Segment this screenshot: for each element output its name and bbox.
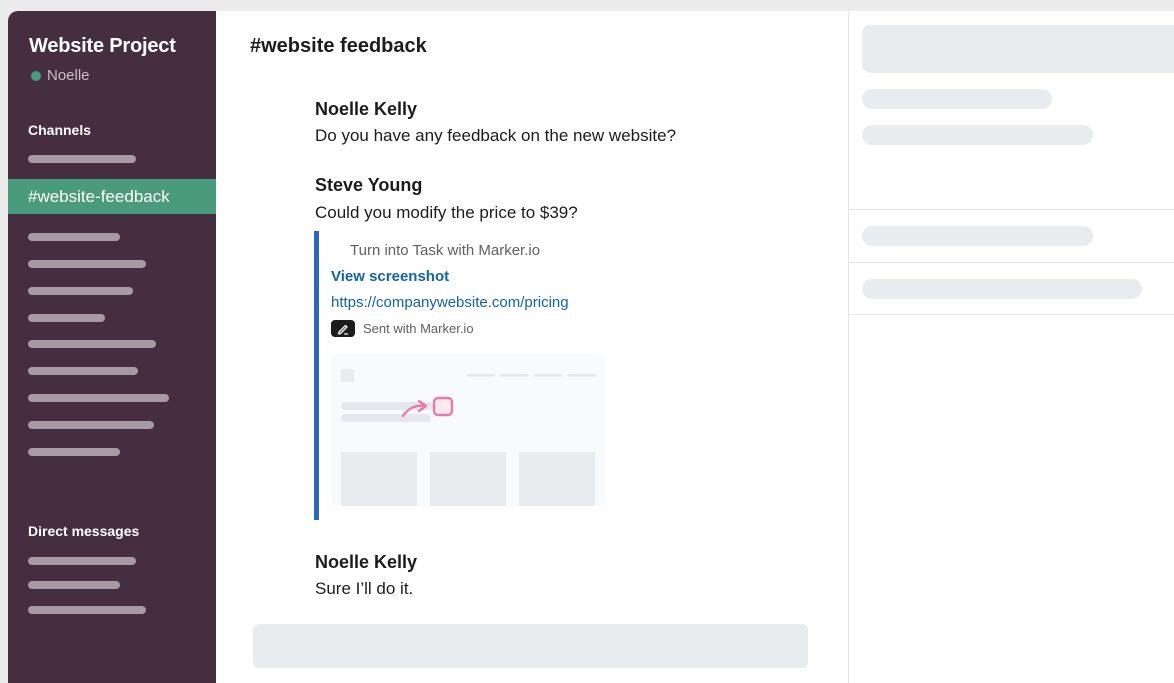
panel-divider — [849, 262, 1174, 263]
message-author[interactable]: Steve Young — [315, 175, 422, 196]
sidebar: Website Project Noelle Channels #website… — [8, 11, 216, 683]
channel-title[interactable]: #website feedback — [250, 35, 427, 58]
current-user[interactable]: Noelle — [31, 67, 90, 84]
panel-placeholder — [862, 125, 1093, 145]
channel-placeholder[interactable] — [28, 260, 146, 268]
sent-with-text: Sent with Marker.io — [363, 321, 474, 336]
marker-attachment: Turn into Task with Marker.io View scree… — [314, 231, 614, 520]
view-screenshot-link[interactable]: View screenshot — [331, 268, 449, 285]
channel-placeholder[interactable] — [28, 448, 120, 456]
message-text: Could you modify the price to $39? — [315, 203, 578, 222]
panel-placeholder — [862, 226, 1093, 246]
channel-placeholder[interactable] — [28, 314, 105, 322]
online-status-icon — [31, 70, 41, 81]
attachment-header: Turn into Task with Marker.io — [350, 242, 541, 259]
channel-placeholder[interactable] — [28, 367, 138, 375]
dm-placeholder[interactable] — [28, 581, 120, 589]
chat-pane: #website feedback Noelle Kelly Do you ha… — [216, 11, 848, 683]
channel-placeholder[interactable] — [28, 155, 136, 163]
message-text: Sure I’ll do it. — [315, 579, 414, 598]
message-text: Do you have any feedback on the new webs… — [315, 126, 677, 145]
channel-placeholder[interactable] — [28, 233, 120, 241]
panel-divider — [849, 209, 1174, 210]
details-panel — [848, 11, 1174, 683]
panel-divider — [849, 314, 1174, 315]
panel-placeholder — [862, 279, 1142, 299]
channel-placeholder[interactable] — [28, 287, 133, 295]
workspace-title[interactable]: Website Project — [29, 35, 176, 58]
sent-with-footer: Sent with Marker.io — [331, 320, 474, 337]
direct-messages-heading[interactable]: Direct messages — [28, 523, 139, 539]
app-window: Website Project Noelle Channels #website… — [8, 11, 1174, 683]
channels-heading[interactable]: Channels — [28, 122, 91, 138]
sidebar-item-website-feedback[interactable]: #website-feedback — [8, 179, 216, 214]
message-author[interactable]: Noelle Kelly — [315, 552, 417, 573]
panel-placeholder — [862, 89, 1052, 109]
user-name: Noelle — [47, 67, 90, 84]
dm-placeholder[interactable] — [28, 557, 136, 565]
message-composer-input[interactable] — [253, 624, 808, 668]
dm-placeholder[interactable] — [28, 606, 146, 614]
channel-placeholder[interactable] — [28, 421, 154, 429]
marker-pen-icon — [331, 320, 355, 337]
channel-placeholder[interactable] — [28, 340, 156, 348]
channel-placeholder[interactable] — [28, 394, 169, 402]
panel-header-placeholder — [862, 25, 1174, 73]
message-author[interactable]: Noelle Kelly — [315, 99, 417, 120]
page-url-link[interactable]: https://companywebsite.com/pricing — [331, 294, 569, 311]
screenshot-thumbnail[interactable] — [331, 354, 605, 506]
